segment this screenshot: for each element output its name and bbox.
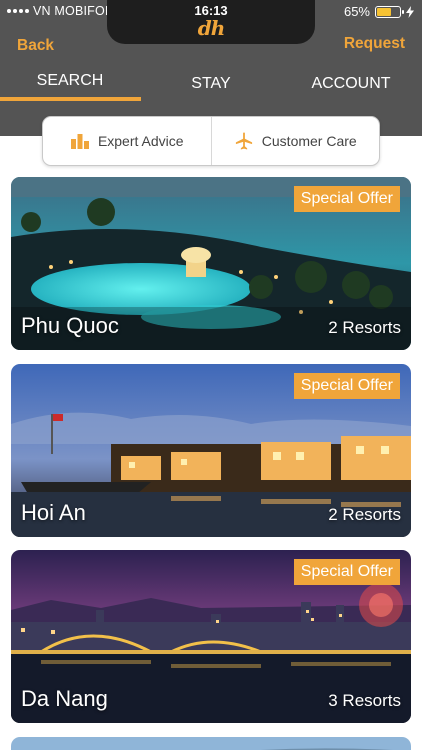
bar-chart-icon bbox=[70, 134, 89, 149]
signal-dots-icon bbox=[7, 9, 29, 13]
request-button[interactable]: Request bbox=[344, 35, 405, 53]
special-offer-badge: Special Offer bbox=[293, 559, 400, 585]
tab-stay[interactable]: STAY bbox=[141, 67, 281, 107]
customer-care-button[interactable]: Customer Care bbox=[210, 117, 380, 165]
destination-card-hoi-an[interactable]: Special Offer Hoi An 2 Resorts bbox=[11, 364, 411, 537]
destination-name: Phu Quoc bbox=[21, 313, 119, 338]
destination-name: Da Nang bbox=[21, 686, 108, 711]
battery-fill bbox=[377, 7, 392, 16]
charging-bolt-icon bbox=[406, 5, 414, 18]
resort-count: 2 Resorts bbox=[328, 318, 401, 337]
active-tab-indicator bbox=[0, 97, 141, 101]
destination-card-partial[interactable] bbox=[11, 737, 411, 750]
partial-destination-photo bbox=[11, 737, 411, 750]
app-logo: dh bbox=[197, 16, 226, 40]
destination-name: Hoi An bbox=[21, 500, 86, 525]
expert-advice-label: Expert Advice bbox=[97, 133, 184, 149]
expert-advice-button[interactable]: Expert Advice bbox=[43, 117, 211, 165]
back-button[interactable]: Back bbox=[17, 37, 54, 55]
resort-count: 2 Resorts bbox=[328, 505, 401, 524]
destination-card-phu-quoc[interactable]: Special Offer Phu Quoc 2 Resorts bbox=[11, 177, 411, 350]
support-segment: Expert Advice Customer Care bbox=[42, 116, 380, 166]
special-offer-badge: Special Offer bbox=[293, 186, 400, 212]
resort-count: 3 Resorts bbox=[328, 691, 401, 710]
status-right: 65% bbox=[344, 4, 414, 19]
destination-card-da-nang[interactable]: Special Offer Da Nang 3 Resorts bbox=[11, 550, 411, 723]
customer-care-label: Customer Care bbox=[261, 133, 357, 149]
battery-percent: 65% bbox=[343, 4, 370, 19]
battery-icon bbox=[375, 5, 404, 18]
notch: 16:13 dh bbox=[107, 0, 315, 44]
airplane-icon bbox=[235, 132, 252, 150]
special-offer-badge: Special Offer bbox=[293, 373, 400, 399]
tab-account[interactable]: ACCOUNT bbox=[281, 67, 421, 107]
